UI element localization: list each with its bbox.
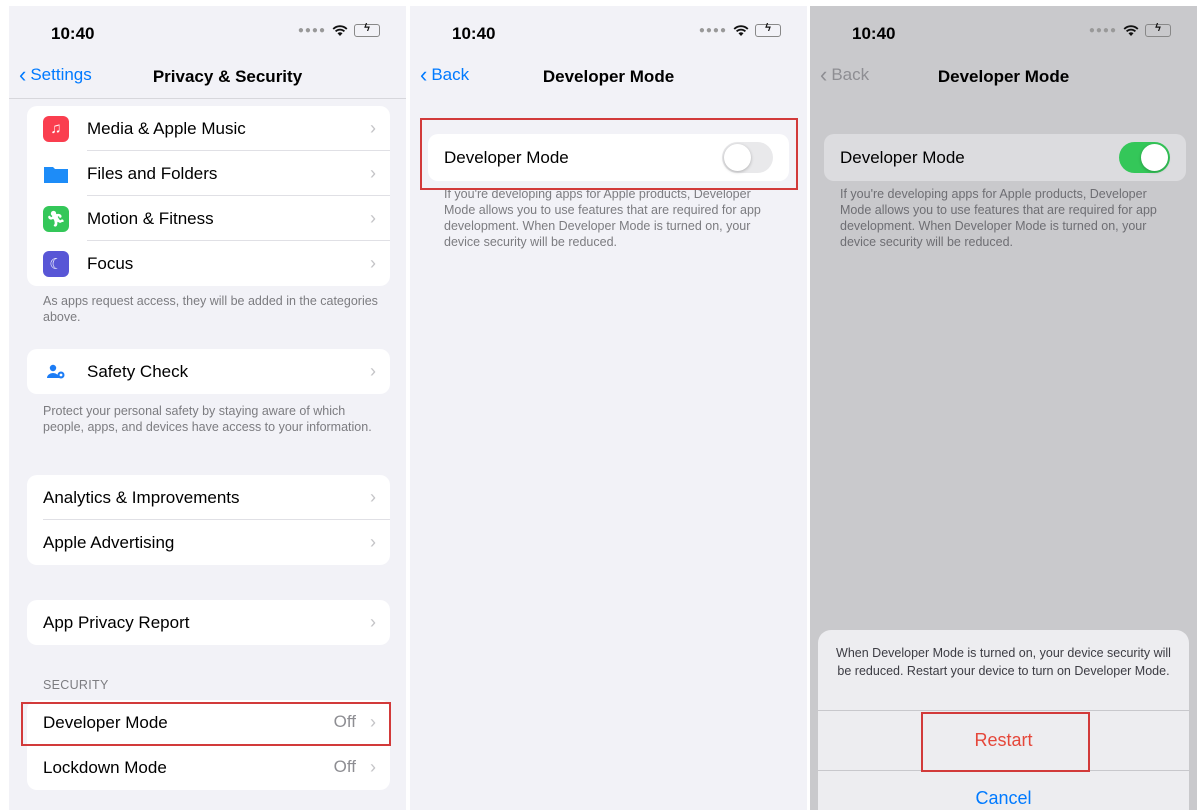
signal-icon: ●●●●: [297, 25, 326, 36]
developer-mode-footer: If you're developing apps for Apple prod…: [840, 187, 1157, 249]
developer-mode-highlight: [420, 118, 798, 190]
battery-icon: ϟ: [354, 22, 380, 37]
security-section-header: SECURITY: [43, 678, 109, 692]
status-time: 10:40: [452, 24, 496, 43]
page-title: Developer Mode: [937, 67, 1070, 86]
chevron-right-icon: ›: [370, 253, 376, 273]
status-bar: 10:40 ●●●● ϟ: [810, 6, 1197, 56]
safety-check-footer: Protect your personal safety by staying …: [43, 404, 372, 434]
wifi-icon: [1123, 24, 1139, 36]
analytics-group: Analytics & Improvements › Apple Adverti…: [27, 475, 390, 565]
wifi-icon: [332, 24, 348, 36]
chevron-right-icon: ›: [370, 487, 376, 507]
chevron-right-icon: ›: [370, 612, 376, 632]
chevron-right-icon: ›: [370, 757, 376, 777]
list-item-analytics[interactable]: Analytics & Improvements ›: [27, 475, 390, 520]
permissions-footer: As apps request access, they will be add…: [43, 294, 378, 324]
page-title: Developer Mode: [542, 67, 675, 86]
developer-mode-screen-off: 10:40 ●●●● ϟ ‹ Back Developer Mode Develo…: [410, 6, 807, 810]
developer-mode-toggle[interactable]: [1119, 142, 1170, 173]
status-time: 10:40: [852, 24, 896, 43]
status-time: 10:40: [51, 24, 95, 43]
chevron-right-icon: ›: [370, 163, 376, 183]
signal-icon: ●●●●: [698, 25, 727, 36]
folder-icon: [43, 161, 69, 187]
nav-bar: ‹ Settings Privacy & Security: [9, 60, 406, 96]
list-item-focus[interactable]: ☾ Focus ›: [27, 241, 390, 286]
chevron-right-icon: ›: [370, 532, 376, 552]
signal-icon: ●●●●: [1088, 25, 1117, 36]
safety-check-group: Safety Check ›: [27, 349, 390, 394]
cancel-button[interactable]: Cancel: [818, 788, 1189, 809]
alert-message: When Developer Mode is turned on, your d…: [836, 646, 1171, 678]
restart-highlight: [921, 712, 1090, 772]
wifi-icon: [733, 24, 749, 36]
chevron-right-icon: ›: [370, 208, 376, 228]
chevron-right-icon: ›: [370, 118, 376, 138]
privacy-security-screen: 10:40 ●●●● ϟ ‹ Settings Privacy & Securit…: [9, 6, 406, 810]
list-item-lockdown-mode[interactable]: Lockdown Mode Off ›: [27, 745, 390, 790]
privacy-report-group: App Privacy Report ›: [27, 600, 390, 645]
battery-icon: ϟ: [755, 22, 781, 37]
list-item-files-folders[interactable]: Files and Folders ›: [27, 151, 390, 196]
nav-bar: ‹ Back Developer Mode: [410, 60, 807, 96]
developer-mode-group: Developer Mode: [824, 134, 1186, 181]
people-icon: [43, 359, 69, 385]
running-icon: 🏃︎: [43, 205, 69, 232]
list-item-media-music[interactable]: ♫ Media & Apple Music ›: [27, 106, 390, 151]
list-item-safety-check[interactable]: Safety Check ›: [27, 349, 390, 394]
nav-bar: ‹ Back Developer Mode: [810, 60, 1197, 96]
battery-icon: ϟ: [1145, 22, 1171, 37]
list-item-apple-advertising[interactable]: Apple Advertising ›: [27, 520, 390, 565]
chevron-right-icon: ›: [370, 361, 376, 381]
status-bar: 10:40 ●●●● ϟ: [9, 6, 406, 56]
moon-icon: ☾: [43, 250, 69, 277]
developer-mode-footer: If you're developing apps for Apple prod…: [444, 187, 761, 249]
list-item-motion-fitness[interactable]: 🏃︎ Motion & Fitness ›: [27, 196, 390, 241]
developer-mode-screen-on: 10:40 ●●●● ϟ ‹ Back Developer Mode Develo…: [810, 6, 1197, 810]
developer-mode-row: Developer Mode: [824, 134, 1186, 181]
music-icon: ♫: [43, 115, 69, 142]
list-item-app-privacy-report[interactable]: App Privacy Report ›: [27, 600, 390, 645]
page-title: Privacy & Security: [152, 67, 303, 86]
status-bar: 10:40 ●●●● ϟ: [410, 6, 807, 56]
developer-mode-highlight: [21, 702, 391, 746]
lockdown-mode-value: Off: [333, 757, 356, 776]
permissions-group: ♫ Media & Apple Music › Files and Folder…: [27, 106, 390, 286]
